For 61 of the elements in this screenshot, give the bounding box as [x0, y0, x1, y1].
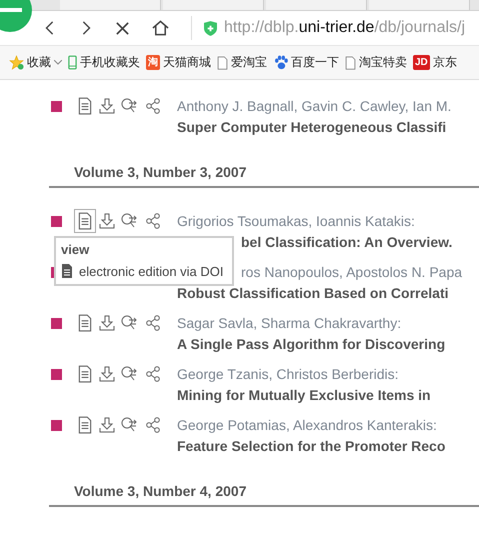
caret-icon: [54, 60, 62, 65]
bookmark-item[interactable]: 爱淘宝: [217, 54, 267, 71]
edition-link[interactable]: electronic edition via DOI: [79, 264, 224, 278]
tmall-logo-icon: 淘: [146, 55, 160, 70]
download-icon[interactable]: [99, 366, 115, 382]
bookmark-item[interactable]: 收藏: [9, 54, 62, 71]
volume-heading: Volume 3, Number 4, 2007: [73, 482, 248, 501]
author-list[interactable]: Anthony J. Bagnall, Gavin C. Cawley, Ian M.: [177, 97, 452, 115]
paper-title: Robust Classification Based on Correlati: [177, 284, 450, 302]
address-bar[interactable]: http://dblp.uni-trier.de/db/journals/j: [191, 16, 479, 40]
bookmark-item[interactable]: 淘宝特卖: [345, 54, 407, 71]
url-text: http://dblp.uni-trier.de/db/journals/j: [224, 19, 466, 37]
author-list[interactable]: George Tzanis, Christos Berberidis:: [177, 365, 431, 383]
share-icon[interactable]: [145, 315, 161, 331]
entry-marker: [51, 216, 62, 227]
search-icon[interactable]: [121, 98, 139, 114]
paper-title: A Single Pass Algorithm for Discovering: [177, 335, 446, 353]
download-icon[interactable]: [99, 315, 115, 331]
document-icon: [61, 263, 73, 279]
share-icon[interactable]: [145, 98, 161, 114]
stop-icon[interactable]: [115, 20, 130, 36]
bookmark-item[interactable]: 淘 天猫商城: [146, 54, 211, 71]
share-icon[interactable]: [145, 213, 161, 229]
bookmark-item[interactable]: JD 京东: [413, 54, 457, 71]
shield-icon: [204, 20, 217, 36]
paper-title: Super Computer Heterogeneous Classifi: [177, 118, 448, 136]
paper-title: Feature Selection for the Promoter Reco: [177, 437, 446, 455]
document-icon[interactable]: [77, 97, 93, 115]
document-icon[interactable]: [77, 314, 93, 332]
bookmark-item[interactable]: 手机收藏夹: [68, 54, 140, 71]
home-icon[interactable]: [152, 20, 169, 36]
author-list[interactable]: Sagar Savla, Sharma Chakravarthy:: [177, 314, 446, 332]
volume-heading: Volume 3, Number 3, 2007: [73, 163, 248, 182]
download-icon[interactable]: [99, 417, 115, 433]
entry-marker: [51, 369, 62, 380]
entry-marker: [51, 101, 62, 112]
download-icon[interactable]: [99, 213, 115, 229]
search-icon[interactable]: [121, 213, 139, 229]
paper-title: bel Classification: An Overview.: [240, 233, 452, 251]
search-icon[interactable]: [121, 366, 139, 382]
entry-marker: [51, 420, 62, 431]
paper-title: Mining for Mutually Exclusive Items in: [177, 386, 431, 404]
share-icon[interactable]: [145, 366, 161, 382]
bookmark-item[interactable]: 百度一下: [273, 54, 339, 71]
download-icon[interactable]: [99, 98, 115, 114]
phone-icon: [68, 55, 77, 70]
star-icon: [9, 55, 24, 70]
author-list[interactable]: George Potamias, Alexandros Kanterakis:: [177, 416, 446, 434]
document-icon[interactable]: [77, 365, 93, 383]
page-icon: [217, 56, 228, 70]
author-list[interactable]: Grigorios Tsoumakas, Ioannis Katakis:: [177, 212, 452, 230]
jd-logo-icon: JD: [413, 55, 430, 70]
search-icon[interactable]: [121, 315, 139, 331]
tooltip-title: view: [61, 242, 90, 257]
paw-icon: [273, 55, 288, 70]
document-icon[interactable]: [77, 416, 93, 434]
search-icon[interactable]: [121, 417, 139, 433]
page-icon: [345, 56, 356, 70]
entry-marker: [51, 318, 62, 329]
document-icon[interactable]: [77, 212, 93, 230]
share-icon[interactable]: [145, 417, 161, 433]
